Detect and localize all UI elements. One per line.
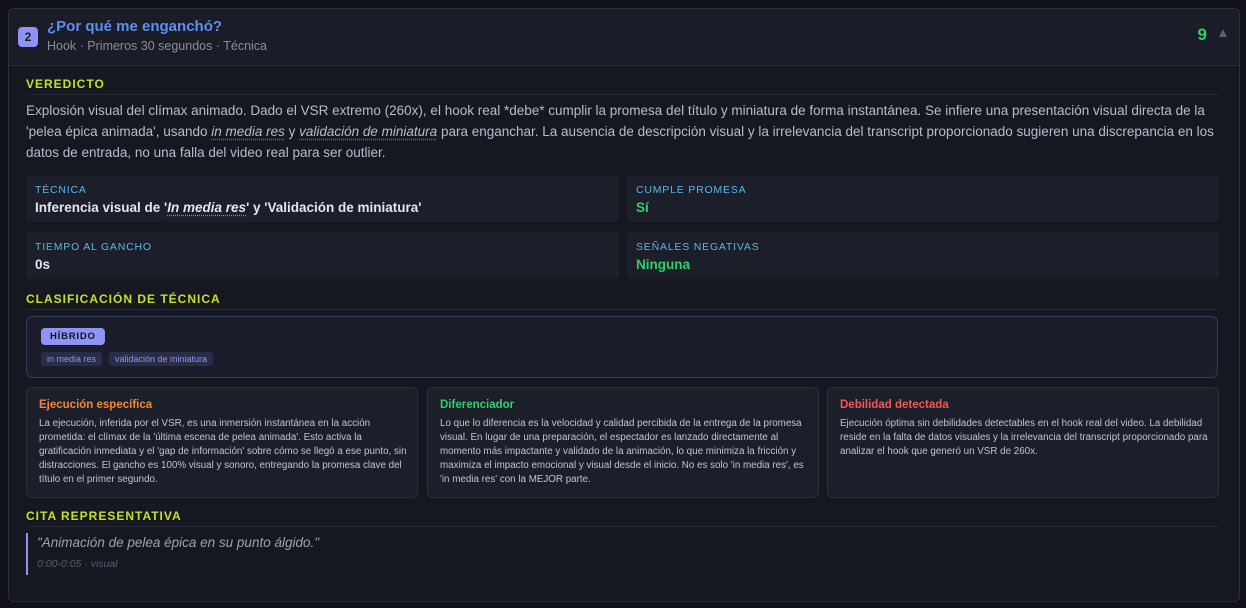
- quote-timestamp: 0:00-0:05 · visual: [37, 558, 118, 570]
- stat-time: TIEMPO AL GANCHO 0s: [26, 232, 619, 279]
- hook-analysis-card: 2 ¿Por qué me enganchó? Hook · Primeros …: [8, 8, 1240, 602]
- panel-weakness-body: Ejecución óptima sin debilidades detecta…: [840, 418, 1208, 457]
- technique-tag: in media res: [41, 352, 103, 366]
- panel-execution: Ejecución específica La ejecución, infer…: [26, 387, 418, 498]
- card-subtitle: Hook · Primeros 30 segundos · Técnica: [47, 39, 268, 53]
- verdict-text: Explosión visual del clímax animado. Dad…: [26, 103, 1214, 160]
- classification-type-badge: HÍBRIDO: [41, 328, 105, 345]
- quote-label: CITA REPRESENTATIVA: [26, 509, 182, 523]
- stat-promise: CUMPLE PROMESA Sí: [627, 175, 1219, 222]
- quote-text: "Animación de pelea épica en su punto ál…: [37, 535, 320, 550]
- stat-technique-value: Inferencia visual de 'In media res' y 'V…: [35, 200, 422, 215]
- panel-execution-body: La ejecución, inferida por el VSR, es un…: [39, 418, 407, 485]
- stat-promise-label: CUMPLE PROMESA: [636, 184, 747, 196]
- section-number-badge: 2: [18, 27, 38, 47]
- panel-differentiator-title: Diferenciador: [440, 399, 515, 411]
- stat-negative: SEÑALES NEGATIVAS Ninguna: [627, 232, 1219, 279]
- verdict-term-validacion: validación de miniatura: [299, 124, 438, 139]
- divider: [26, 94, 1218, 95]
- verdict-label: VEREDICTO: [26, 77, 105, 91]
- divider: [26, 526, 1218, 527]
- card-header[interactable]: 2 ¿Por qué me enganchó? Hook · Primeros …: [9, 9, 1239, 66]
- stat-time-label: TIEMPO AL GANCHO: [35, 241, 152, 253]
- stat-time-value: 0s: [35, 257, 51, 272]
- panel-differentiator: Diferenciador Lo que lo diferencia es la…: [427, 387, 819, 498]
- score-value: 9: [1197, 25, 1207, 44]
- divider: [26, 309, 1218, 310]
- panel-differentiator-body: Lo que lo diferencia es la velocidad y c…: [440, 418, 804, 485]
- chevron-up-icon[interactable]: [1219, 29, 1227, 37]
- stat-negative-value: Ninguna: [636, 257, 690, 272]
- classification-box: HÍBRIDO in media res validación de minia…: [26, 316, 1218, 378]
- panel-execution-title: Ejecución específica: [39, 399, 153, 411]
- technique-tag: validación de miniatura: [109, 352, 214, 366]
- classification-label: CLASIFICACIÓN DE TÉCNICA: [26, 292, 221, 306]
- verdict-term-in-media-res: in media res: [211, 124, 285, 139]
- stat-technique: TÉCNICA Inferencia visual de 'In media r…: [26, 175, 619, 222]
- panel-weakness: Debilidad detectada Ejecución óptima sin…: [827, 387, 1219, 498]
- card-title: ¿Por qué me enganchó?: [47, 18, 223, 35]
- panel-weakness-title: Debilidad detectada: [840, 399, 949, 411]
- stat-negative-label: SEÑALES NEGATIVAS: [636, 241, 760, 253]
- quote-accent-bar: [26, 533, 28, 575]
- stat-technique-label: TÉCNICA: [35, 184, 87, 196]
- stat-promise-value: Sí: [636, 200, 649, 215]
